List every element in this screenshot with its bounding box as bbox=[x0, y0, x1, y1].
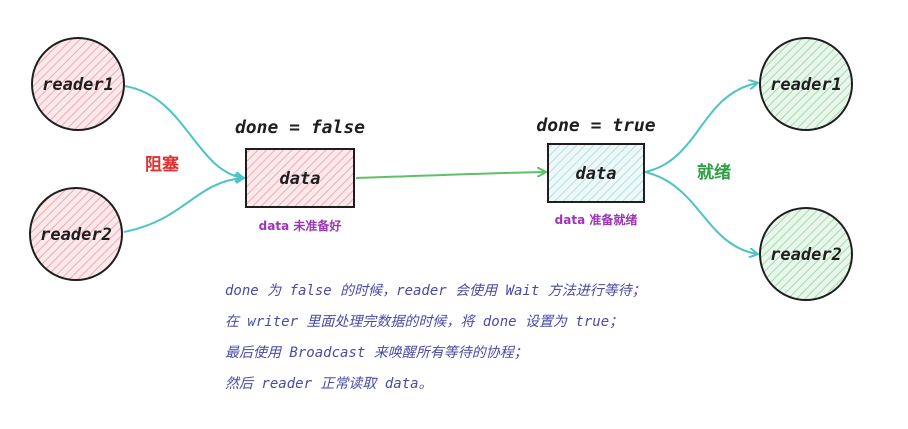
note-line-2: 在 writer 里面处理完数据的时候，将 done 设置为 true； bbox=[225, 314, 624, 330]
arrow-data-false-to-true bbox=[355, 172, 545, 179]
arrow-data-to-right-reader2 bbox=[644, 171, 757, 254]
note-line-3: 最后使用 Broadcast 来唤醒所有等待的协程； bbox=[225, 345, 528, 361]
data-box-ready-label: data bbox=[576, 164, 617, 184]
data-box-not-ready: data bbox=[245, 148, 355, 208]
right-reader2-label: reader2 bbox=[770, 245, 842, 265]
left-reader1-label: reader1 bbox=[42, 75, 114, 95]
note-line-1: done 为 false 的时候，reader 会使用 Wait 方法进行等待； bbox=[225, 283, 646, 299]
note-line-4: 然后 reader 正常读取 data。 bbox=[225, 376, 433, 392]
data-not-ready-caption: data 未准备好 bbox=[259, 218, 342, 233]
left-reader2-node: reader2 bbox=[29, 187, 123, 281]
done-false-label: done = false bbox=[235, 117, 365, 138]
arrow-data-to-right-reader1 bbox=[644, 83, 757, 173]
diagram-canvas: reader1 reader2 阻塞 done = false data dat… bbox=[29, 37, 853, 301]
arrow-left-reader1-to-data bbox=[123, 85, 243, 178]
right-reader1-label: reader1 bbox=[770, 75, 842, 95]
data-ready-caption: data 准备就绪 bbox=[555, 212, 638, 227]
data-box-not-ready-label: data bbox=[280, 169, 321, 189]
arrow-left-reader2-to-data bbox=[123, 178, 243, 233]
right-reader2-node: reader2 bbox=[759, 207, 853, 301]
right-reader1-node: reader1 bbox=[759, 37, 853, 131]
left-reader1-node: reader1 bbox=[31, 37, 125, 131]
done-true-label: done = true bbox=[536, 115, 655, 136]
ready-label: 就绪 bbox=[697, 162, 731, 183]
left-reader2-label: reader2 bbox=[40, 225, 112, 245]
data-box-ready: data bbox=[547, 143, 645, 203]
blocked-label: 阻塞 bbox=[145, 154, 180, 175]
